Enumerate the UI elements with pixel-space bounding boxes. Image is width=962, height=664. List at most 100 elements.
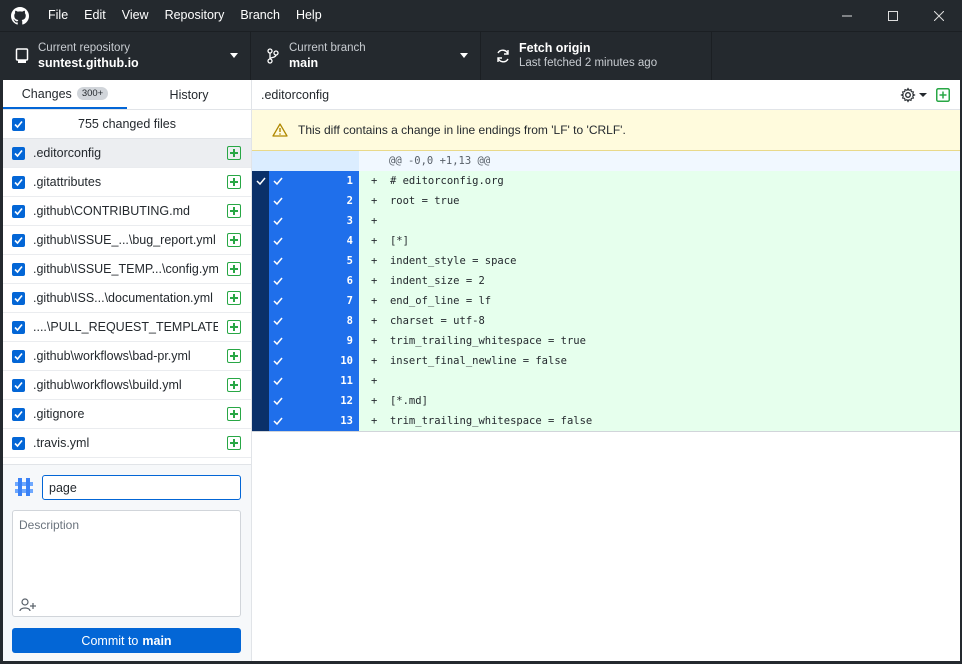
line-include-toggle[interactable] [252, 371, 322, 391]
file-checkbox[interactable] [12, 407, 25, 421]
diff-line[interactable]: 6 + indent_size = 2 [252, 271, 960, 291]
checkmark-icon [14, 178, 23, 186]
file-checkbox[interactable] [12, 233, 25, 247]
commit-button[interactable]: Commit to main [12, 628, 241, 653]
line-number: 9 [322, 331, 359, 351]
window-controls [824, 0, 962, 31]
file-name: .gitignore [33, 407, 85, 421]
line-include-toggle[interactable] [252, 411, 322, 431]
current-branch-button[interactable]: Current branch main [251, 32, 481, 80]
file-name: .github\workflows\build.yml [33, 378, 182, 392]
line-include-toggle[interactable] [252, 331, 322, 351]
diff-settings-button[interactable] [900, 87, 927, 103]
diff-line[interactable]: 8 + charset = utf-8 [252, 311, 960, 331]
file-row[interactable]: .github\ISSUE_TEMP...\config.yml [3, 255, 251, 284]
diff-line[interactable]: 13 + trim_trailing_whitespace = false [252, 411, 960, 431]
file-name: .github\workflows\bad-pr.yml [33, 349, 191, 363]
diff-line[interactable]: 3 + [252, 211, 960, 231]
menu-branch[interactable]: Branch [232, 0, 288, 31]
line-include-toggle[interactable] [252, 171, 322, 191]
tab-changes[interactable]: Changes 300+ [3, 80, 127, 109]
file-checkbox[interactable] [12, 146, 25, 160]
file-added-icon [227, 378, 241, 392]
line-include-toggle[interactable] [252, 251, 322, 271]
diff-line[interactable]: 2 + root = true [252, 191, 960, 211]
diff-line[interactable]: 1 + # editorconfig.org [252, 171, 960, 191]
diff-header: .editorconfig [252, 80, 960, 110]
checkmark-icon [273, 277, 283, 286]
file-row[interactable]: .gitattributes [3, 168, 251, 197]
line-number: 4 [322, 231, 359, 251]
line-number: 6 [322, 271, 359, 291]
diff-line[interactable]: 9 + trim_trailing_whitespace = true [252, 331, 960, 351]
file-checkbox[interactable] [12, 262, 25, 276]
file-name: .github\ISS...\documentation.yml [33, 291, 213, 305]
line-include-toggle[interactable] [252, 391, 322, 411]
commit-summary-input[interactable] [42, 475, 241, 500]
line-include-toggle[interactable] [252, 291, 322, 311]
fetch-origin-button[interactable]: Fetch origin Last fetched 2 minutes ago [481, 32, 712, 80]
diff-line[interactable]: 10 + insert_final_newline = false [252, 351, 960, 371]
maximize-button[interactable] [870, 0, 916, 31]
file-row[interactable]: .github\CONTRIBUTING.md [3, 197, 251, 226]
maximize-icon [888, 10, 898, 21]
menu-repository[interactable]: Repository [157, 0, 233, 31]
minimize-button[interactable] [824, 0, 870, 31]
line-code: + insert_final_newline = false [371, 355, 567, 367]
file-checkbox[interactable] [12, 320, 25, 334]
file-checkbox[interactable] [12, 291, 25, 305]
file-row[interactable]: .github\ISSUE_...\bug_report.yml [3, 226, 251, 255]
minimize-icon [842, 15, 852, 16]
diff-line[interactable]: 7 + end_of_line = lf [252, 291, 960, 311]
checkmark-icon [273, 217, 283, 226]
menu-file[interactable]: File [40, 0, 76, 31]
file-added-icon [227, 175, 241, 189]
file-checkbox[interactable] [12, 349, 25, 363]
file-row[interactable]: .github\workflows\bad-pr.yml [3, 342, 251, 371]
file-checkbox[interactable] [12, 436, 25, 450]
close-icon [934, 10, 944, 21]
checkmark-icon [273, 257, 283, 266]
commit-description-input[interactable] [13, 511, 240, 591]
menu-view[interactable]: View [114, 0, 157, 31]
file-row[interactable]: .github\ISS...\documentation.yml [3, 284, 251, 313]
file-row[interactable]: .github\workflows\build.yml [3, 371, 251, 400]
file-name: ....\PULL_REQUEST_TEMPLATE.md [33, 320, 218, 334]
github-logo-icon [0, 0, 40, 31]
checkmark-icon [14, 265, 23, 273]
sync-icon [493, 46, 513, 66]
menu-edit[interactable]: Edit [76, 0, 114, 31]
file-row[interactable]: .travis.yml [3, 429, 251, 458]
file-row[interactable]: .editorconfig [3, 139, 251, 168]
line-include-toggle[interactable] [252, 311, 322, 331]
file-checkbox[interactable] [12, 204, 25, 218]
sidebar-tabs: Changes 300+ History [3, 80, 251, 110]
expand-diff-button[interactable] [936, 88, 950, 105]
diff-line[interactable]: 12 + [*.md] [252, 391, 960, 411]
line-number: 2 [322, 191, 359, 211]
file-checkbox[interactable] [12, 175, 25, 189]
diff-line[interactable]: 5 + indent_style = space [252, 251, 960, 271]
checkmark-icon [273, 337, 283, 346]
file-row[interactable]: .gitignore [3, 400, 251, 429]
line-include-toggle[interactable] [252, 351, 322, 371]
tab-history[interactable]: History [127, 80, 251, 109]
diff-line[interactable]: 4 + [*] [252, 231, 960, 251]
checkmark-icon [273, 397, 283, 406]
file-row[interactable]: ....\PULL_REQUEST_TEMPLATE.md [3, 313, 251, 342]
line-include-toggle[interactable] [252, 231, 322, 251]
menu-help[interactable]: Help [288, 0, 330, 31]
line-include-toggle[interactable] [252, 191, 322, 211]
line-include-toggle[interactable] [252, 211, 322, 231]
current-repository-button[interactable]: Current repository suntest.github.io [0, 32, 251, 80]
add-coauthor-icon[interactable] [19, 598, 37, 612]
checkmark-icon [273, 177, 283, 186]
file-name: .github\ISSUE_TEMP...\config.yml [33, 262, 218, 276]
diff-line[interactable]: 11 + [252, 371, 960, 391]
file-checkbox[interactable] [12, 378, 25, 392]
select-all-checkbox[interactable] [12, 118, 25, 131]
file-added-icon [227, 146, 241, 160]
close-button[interactable] [916, 0, 962, 31]
file-added-icon [227, 349, 241, 363]
line-include-toggle[interactable] [252, 271, 322, 291]
